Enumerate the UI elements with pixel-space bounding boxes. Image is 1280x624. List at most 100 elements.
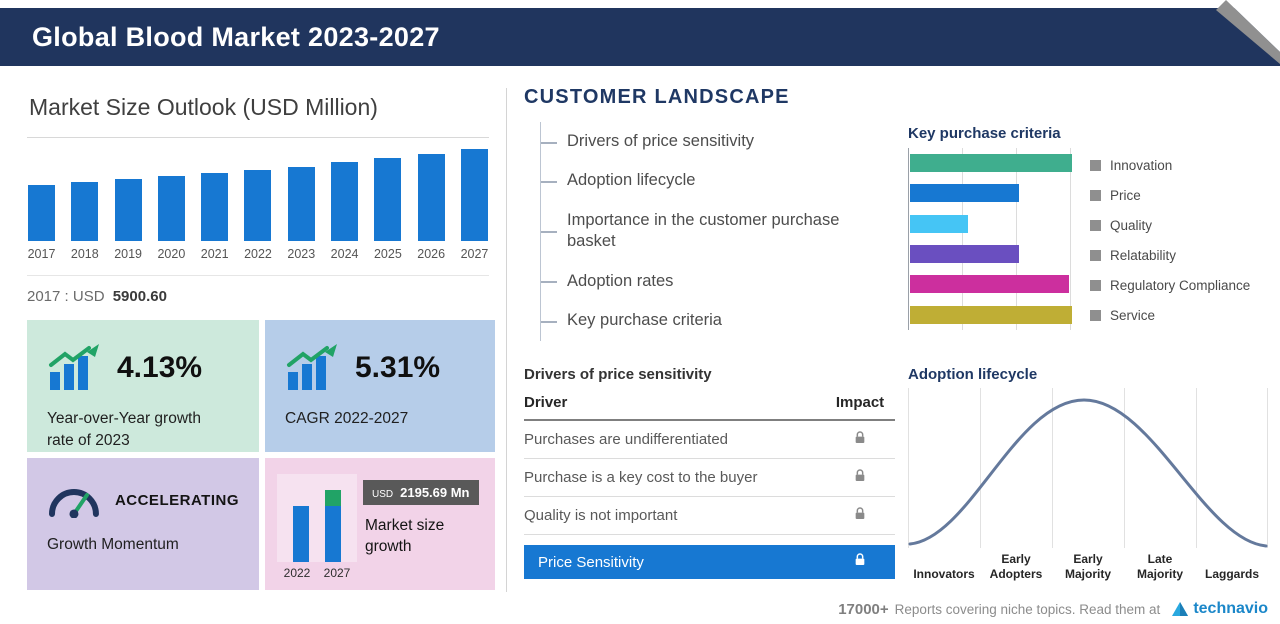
mini-bar-2022 — [293, 506, 309, 562]
market-size-bar-2027 — [461, 149, 488, 241]
market-size-bar-2025 — [374, 158, 401, 241]
criteria-bar-innovation — [910, 154, 1072, 172]
lock-icon — [852, 552, 868, 568]
year-axis-label: 2024 — [331, 247, 359, 261]
badge-currency: USD — [372, 489, 393, 500]
mini-bar-2027-growth-segment — [325, 490, 341, 506]
legend-swatch-icon — [1090, 280, 1101, 291]
column-header-driver: Driver — [524, 394, 825, 411]
badge-value: 2195.69 Mn — [400, 485, 469, 500]
legend-label: Service — [1110, 308, 1155, 323]
key-purchase-criteria-bar-chart — [908, 148, 1071, 330]
page-title: Global Blood Market 2023-2027 — [32, 22, 440, 53]
landscape-list-item: Drivers of price sensitivity — [541, 122, 880, 161]
stat-cards: 4.13% Year-over-Year growth rate of 2023… — [27, 320, 495, 590]
section-divider — [506, 88, 507, 592]
market-size-bar-column: 2026 — [417, 154, 446, 261]
technavio-triangle-icon — [1172, 602, 1188, 616]
legend-swatch-icon — [1090, 160, 1101, 171]
impact-lock-cell — [825, 506, 895, 526]
legend-item-service: Service — [1090, 300, 1250, 330]
header-bar: Global Blood Market 2023-2027 — [0, 8, 1280, 66]
market-size-growth-card: 2022 2027 USD 2195.69 Mn Market size gro… — [265, 458, 495, 590]
criteria-bar-regulatory-compliance — [910, 275, 1069, 293]
legend-swatch-icon — [1090, 220, 1101, 231]
highlight-label: Price Sensitivity — [538, 554, 825, 571]
market-size-bar-column: 2018 — [70, 182, 99, 261]
adoption-stage-early-majority: Early Majority — [1052, 548, 1124, 582]
key-purchase-criteria-heading: Key purchase criteria — [908, 125, 1061, 142]
lock-icon — [852, 468, 868, 484]
growth-card-label: Market size growth — [365, 516, 475, 558]
legend-item-regulatory-compliance: Regulatory Compliance — [1090, 270, 1250, 300]
criteria-bar-service — [910, 306, 1072, 324]
key-purchase-criteria-legend: InnovationPrice Quality Relatability Regula… — [1090, 150, 1250, 330]
impact-lock-cell — [825, 468, 895, 488]
cagr-card: 5.31% CAGR 2022-2027 — [265, 320, 495, 452]
market-size-bar-2023 — [288, 167, 315, 241]
yoy-value-row: 4.13% — [47, 344, 239, 392]
legend-item-quality: Quality — [1090, 210, 1250, 240]
infographic-page: Global Blood Market 2023-2027 Market Siz… — [0, 0, 1280, 624]
market-size-bar-column: 2025 — [373, 158, 402, 261]
technavio-logo[interactable]: technavio — [1172, 600, 1268, 618]
year-axis-label: 2019 — [114, 247, 142, 261]
cagr-value-row: 5.31% — [285, 344, 475, 392]
landscape-list-item: Adoption lifecycle — [541, 161, 880, 200]
driver-label: Purchase is a key cost to the buyer — [524, 469, 825, 486]
base-year-value: 5900.60 — [113, 288, 167, 305]
year-axis-label: 2023 — [287, 247, 315, 261]
lock-icon — [825, 552, 895, 572]
growth-mini-bar-chart — [277, 474, 357, 562]
price-sensitivity-highlight-row: Price Sensitivity — [524, 545, 895, 579]
momentum-label: Growth Momentum — [47, 534, 222, 556]
driver-label: Quality is not important — [524, 507, 825, 524]
landscape-list-item: Importance in the customer purchase bask… — [541, 201, 880, 262]
legend-swatch-icon — [1090, 250, 1101, 261]
legend-swatch-icon — [1090, 310, 1101, 321]
lock-icon — [852, 430, 868, 446]
base-year-label: 2017 : USD — [27, 288, 105, 305]
legend-item-price: Price — [1090, 180, 1250, 210]
legend-item-relatability: Relatability — [1090, 240, 1250, 270]
year-axis-label: 2026 — [417, 247, 445, 261]
criteria-bar-price — [910, 184, 1019, 202]
market-size-bar-2026 — [418, 154, 445, 241]
table-rows: Purchases are undifferentiated Purchase i… — [524, 421, 895, 535]
bar-chart-up-arrow-icon — [285, 344, 341, 392]
base-year-note: 2017 : USD 5900.60 — [27, 275, 489, 305]
market-size-heading: Market Size Outlook (USD Million) — [29, 94, 489, 121]
momentum-title: ACCELERATING — [115, 492, 239, 509]
landscape-list-item: Adoption rates — [541, 262, 880, 301]
landscape-list-item: Key purchase criteria — [541, 301, 880, 340]
legend-item-innovation: Innovation — [1090, 150, 1250, 180]
market-size-bar-chart: 2017201820192020202120222023202420252026… — [27, 137, 489, 261]
year-axis-label: 2018 — [71, 247, 99, 261]
column-header-impact: Impact — [825, 394, 895, 411]
lock-icon — [852, 506, 868, 522]
momentum-row: ACCELERATING — [47, 482, 239, 518]
table-header-row: Driver Impact — [524, 394, 895, 421]
legend-label: Relatability — [1110, 248, 1176, 263]
mini-bar-2027-base-segment — [325, 506, 341, 562]
brand-name: technavio — [1193, 600, 1268, 618]
yoy-label: Year-over-Year growth rate of 2023 — [47, 408, 222, 451]
market-size-bar-2024 — [331, 162, 358, 241]
customer-landscape-heading: CUSTOMER LANDSCAPE — [524, 86, 790, 109]
criteria-bar-quality — [910, 215, 968, 233]
mini-year-2027: 2027 — [324, 566, 351, 580]
driver-row: Quality is not important — [524, 497, 895, 535]
adoption-stage-laggards: Laggards — [1196, 548, 1268, 582]
market-size-bar-column: 2022 — [243, 170, 272, 261]
driver-label: Purchases are undifferentiated — [524, 431, 825, 448]
legend-label: Quality — [1110, 218, 1152, 233]
price-sensitivity-table: Driver Impact Purchases are undifferenti… — [524, 394, 895, 579]
adoption-stage-innovators: Innovators — [908, 548, 980, 582]
cagr-value: 5.31% — [355, 351, 440, 385]
mini-bar-2027 — [325, 490, 341, 562]
adoption-stage-labels: InnovatorsEarly AdoptersEarly MajorityLa… — [908, 548, 1268, 582]
criteria-bar-relatability — [910, 245, 1019, 263]
mini-year-2022: 2022 — [284, 566, 311, 580]
adoption-stage-late-majority: Late Majority — [1124, 548, 1196, 582]
footer: 17000+ Reports covering niche topics. Re… — [838, 600, 1268, 618]
